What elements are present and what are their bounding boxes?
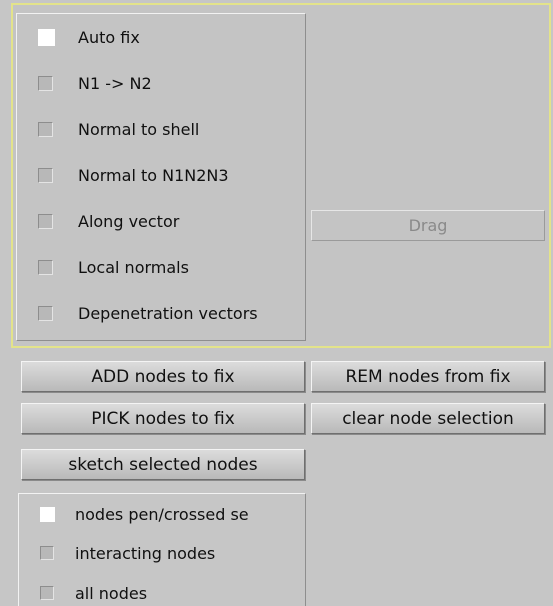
- option-normal-to-n1n2n3[interactable]: Normal to N1N2N3: [17, 162, 305, 188]
- option-label: Normal to N1N2N3: [78, 165, 229, 185]
- option-label: N1 -> N2: [78, 73, 152, 93]
- option-label: Normal to shell: [78, 119, 200, 139]
- option-along-vector[interactable]: Along vector: [17, 208, 305, 234]
- fix-method-panel: Auto fix N1 -> N2 Normal to shell Normal…: [16, 13, 306, 341]
- option-label: Auto fix: [78, 27, 140, 47]
- option-local-normals[interactable]: Local normals: [17, 254, 305, 280]
- normal-to-shell-checkbox[interactable]: [38, 121, 53, 137]
- option-auto-fix[interactable]: Auto fix: [17, 24, 305, 50]
- n1-n2-checkbox[interactable]: [38, 75, 53, 91]
- drag-button: Drag: [311, 210, 545, 241]
- node-option-label: all nodes: [75, 583, 148, 603]
- auto-fix-checkbox[interactable]: [38, 28, 55, 46]
- node-option-label: interacting nodes: [75, 543, 216, 563]
- option-label: Along vector: [78, 211, 180, 231]
- interacting-nodes-checkbox[interactable]: [40, 546, 54, 560]
- clear-selection-button[interactable]: clear node selection: [311, 403, 545, 434]
- node-option-interacting[interactable]: interacting nodes: [19, 540, 305, 566]
- all-nodes-checkbox[interactable]: [40, 586, 54, 600]
- option-normal-to-shell[interactable]: Normal to shell: [17, 116, 305, 142]
- depenetration-vectors-checkbox[interactable]: [38, 305, 53, 321]
- add-nodes-button[interactable]: ADD nodes to fix: [21, 361, 305, 392]
- sketch-selected-button[interactable]: sketch selected nodes: [21, 449, 305, 480]
- pick-nodes-button[interactable]: PICK nodes to fix: [21, 403, 305, 434]
- node-display-panel: nodes pen/crossed se interacting nodes a…: [18, 493, 306, 606]
- option-depenetration-vectors[interactable]: Depenetration vectors: [17, 300, 305, 326]
- along-vector-checkbox[interactable]: [38, 213, 53, 229]
- node-option-all[interactable]: all nodes: [19, 580, 305, 606]
- option-label: Depenetration vectors: [78, 303, 258, 323]
- option-label: Local normals: [78, 257, 189, 277]
- node-option-pen-crossed[interactable]: nodes pen/crossed se: [19, 501, 305, 527]
- normal-to-n1n2n3-checkbox[interactable]: [38, 167, 53, 183]
- rem-nodes-button[interactable]: REM nodes from fix: [311, 361, 545, 392]
- option-n1-n2[interactable]: N1 -> N2: [17, 70, 305, 96]
- pen-crossed-checkbox[interactable]: [40, 506, 55, 522]
- local-normals-checkbox[interactable]: [38, 259, 53, 275]
- node-option-label: nodes pen/crossed se: [75, 504, 249, 524]
